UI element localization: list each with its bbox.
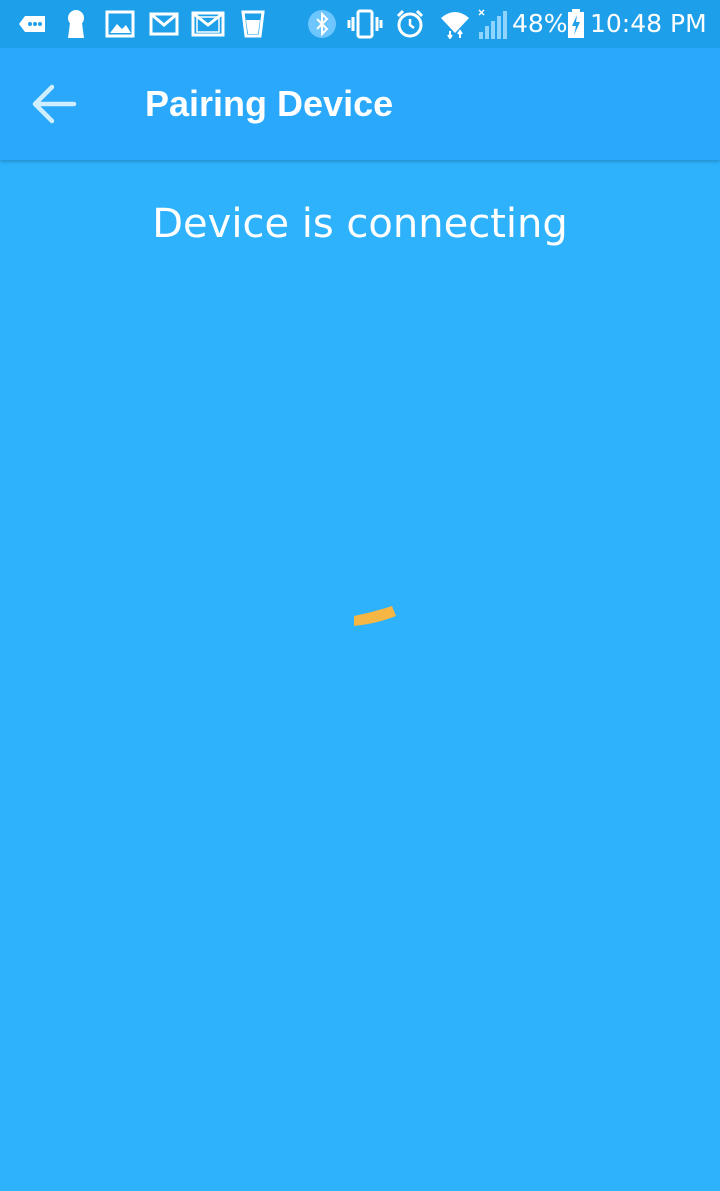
- alarm-icon: [394, 8, 426, 40]
- arrow-left-icon: [32, 84, 77, 124]
- connection-status-text: Device is connecting: [152, 201, 568, 247]
- spinner-arc: [354, 606, 396, 626]
- loading-spinner: [346, 598, 402, 638]
- page-title: Pairing Device: [145, 83, 394, 124]
- battery-percent: 48%: [512, 9, 568, 38]
- clock: 10:48 PM: [590, 9, 707, 38]
- battery-charging-icon: [566, 8, 586, 40]
- wifi-icon: [438, 8, 472, 40]
- keyhole-icon: [64, 8, 88, 40]
- glass-icon: [240, 8, 266, 40]
- gmail-icon: [190, 8, 226, 40]
- app-bar: Pairing Device: [0, 48, 720, 160]
- vibrate-icon: [346, 8, 384, 40]
- gmail-icon: [148, 8, 180, 40]
- status-bar: 48% 10:48 PM: [0, 0, 720, 48]
- image-icon: [104, 8, 136, 40]
- bluetooth-icon: [306, 8, 338, 40]
- signal-icon: [474, 8, 510, 40]
- back-button[interactable]: [26, 78, 84, 130]
- chat-bubble-icon: [16, 8, 48, 40]
